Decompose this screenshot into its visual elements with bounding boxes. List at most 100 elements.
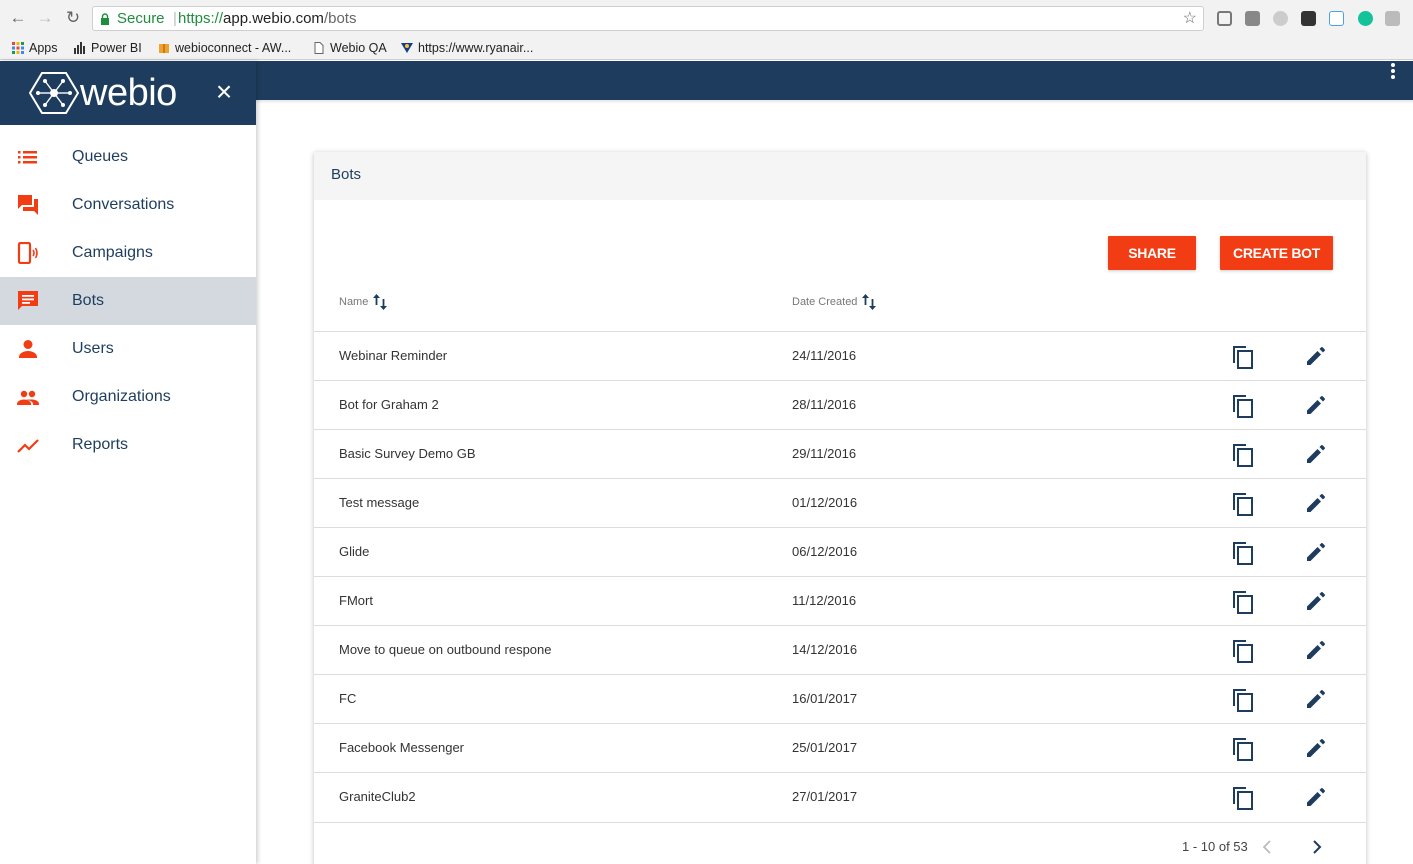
edit-icon[interactable]: [1306, 493, 1326, 513]
url-separator: |: [173, 10, 177, 27]
profile-extension-icon[interactable]: [1385, 11, 1400, 26]
url-host: app.webio.com: [223, 10, 324, 27]
copy-icon[interactable]: [1232, 688, 1254, 712]
drive-icon[interactable]: [1273, 11, 1288, 26]
sidebar-item-bots[interactable]: Bots: [0, 277, 256, 325]
sidebar-header: webio ×: [0, 61, 256, 125]
extension-icon[interactable]: [1245, 11, 1260, 26]
trending-icon: [17, 439, 39, 453]
edit-icon[interactable]: [1306, 444, 1326, 464]
address-bar[interactable]: Secure | https://app.webio.com/bots ☆: [92, 6, 1204, 31]
edit-icon[interactable]: [1306, 689, 1326, 709]
share-button[interactable]: SHARE: [1108, 236, 1196, 270]
edit-icon[interactable]: [1306, 346, 1326, 366]
edit-icon[interactable]: [1306, 542, 1326, 562]
table-row[interactable]: FMort 11/12/2016: [314, 576, 1366, 625]
copy-icon[interactable]: [1232, 590, 1254, 614]
column-label: Name: [339, 296, 369, 308]
edit-icon[interactable]: [1306, 738, 1326, 758]
more-vert-icon[interactable]: [1391, 63, 1397, 80]
card-header: Bots: [314, 152, 1366, 200]
pagination-label: 1 - 10 of 53: [1182, 839, 1248, 854]
table-row[interactable]: Bot for Graham 2 28/11/2016: [314, 380, 1366, 429]
bookmark-label: Webio QA: [330, 41, 387, 55]
grammarly-icon[interactable]: [1358, 11, 1373, 26]
bookmark-webioconnect[interactable]: webioconnect - AW...: [158, 40, 291, 57]
bookmark-power-bi[interactable]: Power BI: [74, 40, 142, 57]
sidebar-item-conversations[interactable]: Conversations: [0, 181, 256, 229]
table-row[interactable]: Move to queue on outbound respone 14/12/2…: [314, 625, 1366, 674]
sort-icon[interactable]: [861, 293, 877, 311]
sidebar-item-label: Organizations: [72, 388, 171, 405]
table-row[interactable]: FC 16/01/2017: [314, 674, 1366, 723]
bookmark-star-icon[interactable]: ☆: [1183, 7, 1197, 30]
header-shadow: [256, 100, 1413, 104]
copy-icon[interactable]: [1232, 541, 1254, 565]
sort-icon[interactable]: [372, 293, 388, 311]
webio-logo-icon: [29, 72, 79, 114]
person-icon: [19, 340, 37, 358]
sidebar-item-reports[interactable]: Reports: [0, 421, 256, 469]
bot-name: Webinar Reminder: [339, 348, 448, 363]
cast-icon[interactable]: [1217, 11, 1232, 26]
sidebar-item-label: Campaigns: [72, 244, 153, 261]
edit-icon[interactable]: [1306, 591, 1326, 611]
bookmark-ryanair[interactable]: https://www.ryanair...: [401, 40, 533, 57]
extension-dots-icon[interactable]: [1301, 11, 1316, 26]
column-header-date[interactable]: Date Created: [792, 290, 877, 314]
back-icon[interactable]: ←: [9, 9, 27, 27]
sidebar-item-label: Users: [72, 340, 114, 357]
apps-grid-icon: [12, 42, 24, 54]
table-row[interactable]: Webinar Reminder 24/11/2016: [314, 331, 1366, 380]
sidebar-item-organizations[interactable]: Organizations: [0, 373, 256, 421]
copy-icon[interactable]: [1232, 443, 1254, 467]
copy-icon[interactable]: [1232, 492, 1254, 516]
sidebar-item-queues[interactable]: Queues: [0, 133, 256, 181]
table-row[interactable]: Facebook Messenger 25/01/2017: [314, 723, 1366, 772]
close-sidebar-icon[interactable]: ×: [212, 78, 236, 106]
table-footer: 1 - 10 of 53: [314, 822, 1366, 864]
copy-icon[interactable]: [1232, 737, 1254, 761]
secure-label: Secure: [117, 10, 165, 27]
webio-extension-icon[interactable]: [1329, 11, 1344, 26]
chevron-right-icon[interactable]: [1308, 839, 1324, 855]
bot-date-created: 11/12/2016: [792, 593, 857, 608]
column-label: Date Created: [792, 296, 858, 308]
copy-icon[interactable]: [1232, 345, 1254, 369]
bot-date-created: 14/12/2016: [792, 642, 858, 657]
table-row[interactable]: Test message 01/12/2016: [314, 478, 1366, 527]
copy-icon[interactable]: [1232, 639, 1254, 663]
message-icon: [18, 291, 38, 310]
sidebar-item-campaigns[interactable]: Campaigns: [0, 229, 256, 277]
bot-date-created: 27/01/2017: [792, 789, 858, 804]
sidebar-item-users[interactable]: Users: [0, 325, 256, 373]
sidebar-item-label: Conversations: [72, 196, 175, 213]
chat-bubbles-icon: [18, 195, 38, 215]
edit-icon[interactable]: [1306, 395, 1326, 415]
edit-icon[interactable]: [1306, 640, 1326, 660]
create-bot-button[interactable]: CREATE BOT: [1220, 236, 1333, 270]
bookmark-label: https://www.ryanair...: [418, 41, 534, 55]
sidebar-item-label: Bots: [72, 292, 105, 309]
table-row[interactable]: Glide 06/12/2016: [314, 527, 1366, 576]
copy-icon[interactable]: [1232, 394, 1254, 418]
bookmark-apps[interactable]: Apps: [12, 40, 58, 57]
sidebar-item-label: Reports: [72, 436, 129, 453]
chevron-left-icon[interactable]: [1260, 839, 1276, 855]
edit-icon[interactable]: [1306, 787, 1326, 807]
lock-icon: [101, 13, 109, 25]
bot-name: Basic Survey Demo GB: [339, 446, 476, 461]
reload-icon[interactable]: ↻: [64, 9, 82, 27]
table-row[interactable]: GraniteClub2 27/01/2017: [314, 772, 1366, 821]
sidebar-item-label: Queues: [72, 148, 129, 165]
ryanair-icon: [401, 43, 413, 53]
copy-icon[interactable]: [1232, 786, 1254, 810]
forward-icon[interactable]: →: [36, 9, 54, 27]
column-header-name[interactable]: Name: [339, 290, 388, 314]
phone-broadcast-icon: [17, 242, 38, 264]
table-row[interactable]: Basic Survey Demo GB 29/11/2016: [314, 429, 1366, 478]
browser-toolbar: ← → ↻ Secure | https://app.webio.com/bot…: [0, 0, 1413, 37]
bot-name: FMort: [339, 593, 373, 608]
bot-date-created: 25/01/2017: [792, 740, 858, 755]
bookmark-webio-qa[interactable]: Webio QA: [313, 40, 387, 57]
